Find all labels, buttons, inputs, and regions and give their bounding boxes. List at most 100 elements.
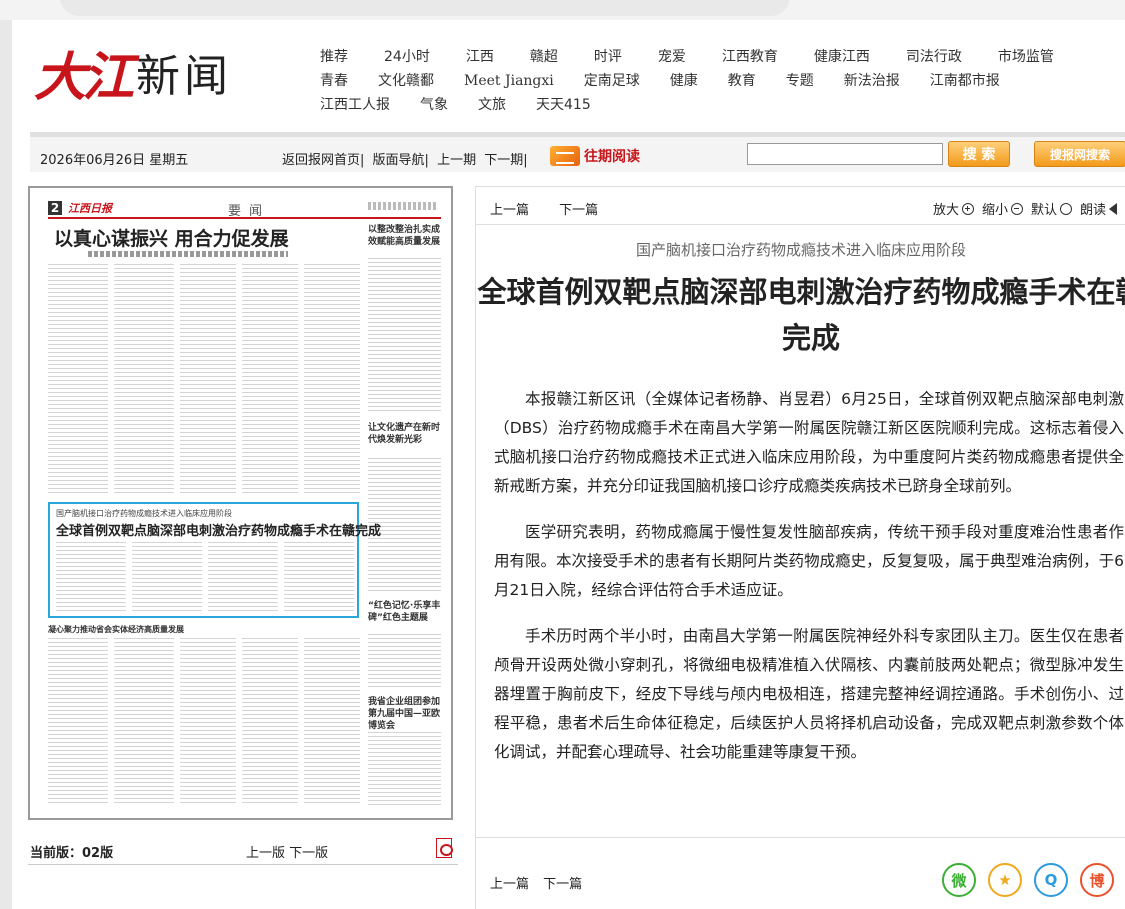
layout-nav-link[interactable]: 版面导航| xyxy=(373,153,429,168)
text-column xyxy=(368,258,441,414)
article-body: 本报赣江新区讯（全媒体记者杨静、肖昱君）6月25日，全球首例双靶点脑深部电刺激（… xyxy=(494,385,1124,784)
text-column xyxy=(48,638,108,806)
wechat-share-icon[interactable]: 微 xyxy=(942,863,976,897)
nav-row-2: 青春 文化赣鄱 Meet Jiangxi 定南足球 健康 教育 专题 新法治报 … xyxy=(320,69,1120,93)
text-column xyxy=(284,542,354,614)
home-link[interactable]: 返回报网首页| xyxy=(282,153,364,168)
text-column xyxy=(368,732,441,806)
current-date: 2026年06月26日 星期五 xyxy=(40,153,189,168)
nav-item[interactable]: 专题 xyxy=(786,69,814,93)
nav-item[interactable]: 宠爱 xyxy=(658,45,686,69)
nav-item[interactable]: 天天415 xyxy=(536,93,591,117)
site-search-button[interactable]: 搜报网搜索 xyxy=(1034,141,1125,167)
article-top-nav: 上一篇 下一篇 xyxy=(490,199,624,218)
prev-page-link[interactable]: 上一版 xyxy=(246,846,285,861)
nav-item[interactable]: 江西教育 xyxy=(722,45,778,69)
article-tools: 放大 缩小 默认 朗读 xyxy=(933,199,1125,218)
nav-item[interactable]: 教育 xyxy=(728,69,756,93)
page-rule xyxy=(48,217,441,219)
current-page-indicator: 当前版：02版 xyxy=(30,842,113,861)
search-input[interactable] xyxy=(747,143,943,165)
nav-item[interactable]: 时评 xyxy=(594,45,622,69)
nav-item[interactable]: 赣超 xyxy=(530,45,558,69)
article-panel: 上一篇 下一篇 放大 缩小 默认 朗读 国产脑机接口治疗药物成瘾技术进入临床应用… xyxy=(475,186,1125,909)
page-meta xyxy=(368,202,438,210)
favorite-star-icon[interactable]: ★ xyxy=(988,863,1022,897)
nav-item[interactable]: 江南都市报 xyxy=(930,69,1000,93)
logo-plain-text: 新闻 xyxy=(136,51,233,102)
highlight-kicker: 国产脑机接口治疗药物成瘾技术进入临床应用阶段 xyxy=(56,509,232,518)
highlighted-story-box[interactable]: 国产脑机接口治疗药物成瘾技术进入临床应用阶段 全球首例双靶点脑深部电刺激治疗药物… xyxy=(48,502,381,618)
zoom-out-button[interactable]: 缩小 xyxy=(982,199,1023,218)
nav-item[interactable]: 健康 xyxy=(670,69,698,93)
newspaper-page-view[interactable]: 2 江西日报 要闻 以真心谋振兴 用合力促发展 以整改整治扎实成效赋能高质量发展… xyxy=(28,186,453,820)
text-column xyxy=(242,638,298,806)
left-strip xyxy=(0,20,12,909)
nav-item[interactable]: Meet Jiangxi xyxy=(464,69,554,93)
nav-item[interactable]: 气象 xyxy=(420,93,448,117)
article-kicker: 国产脑机接口治疗药物成瘾技术进入临床应用阶段 xyxy=(635,241,966,259)
next-page-link[interactable]: 下一版 xyxy=(289,846,328,861)
pdf-download-icon[interactable] xyxy=(436,838,453,858)
footer-divider xyxy=(28,864,458,865)
side-story-title[interactable]: “红色记忆·乐享丰碑”红色主题展 xyxy=(368,600,441,624)
article-divider xyxy=(476,224,1125,225)
text-column xyxy=(114,264,174,496)
zoom-in-button[interactable]: 放大 xyxy=(933,199,974,218)
weibo-share-icon[interactable]: 博 xyxy=(1080,863,1114,897)
nav-row-3: 江西工人报 气象 文旅 天天415 xyxy=(320,93,1120,117)
site-logo[interactable]: 大江 新闻 xyxy=(34,42,233,108)
article-bottom-divider xyxy=(476,837,1125,838)
next-issue-link[interactable]: 下一期| xyxy=(484,153,527,168)
nav-item[interactable]: 江西工人报 xyxy=(320,93,390,117)
text-column xyxy=(180,638,236,806)
issue-links: 返回报网首页| 版面导航| 上一期 下一期| xyxy=(282,149,532,168)
nav-item[interactable]: 新法治报 xyxy=(844,69,900,93)
next-article-link[interactable]: 下一篇 xyxy=(559,203,598,218)
read-label: 朗读 xyxy=(1079,203,1106,218)
nav-item[interactable]: 青春 xyxy=(320,69,348,93)
zoom-out-label: 缩小 xyxy=(981,203,1008,218)
bottom-story-title[interactable]: 凝心聚力推动省会实体经济高质量发展 xyxy=(48,624,184,635)
nav-item[interactable]: 定南足球 xyxy=(584,69,640,93)
nav-item[interactable]: 24小时 xyxy=(384,45,430,69)
page-number: 2 xyxy=(48,201,62,215)
side-story-title[interactable]: 我省企业组团参加第九届中国—亚欧博览会 xyxy=(368,696,441,732)
prev-issue-link[interactable]: 上一期 xyxy=(437,153,476,168)
zoom-in-label: 放大 xyxy=(932,203,959,218)
article-bottom-nav: 上一篇 下一篇 xyxy=(490,873,592,892)
article-paragraph: 手术历时两个半小时，由南昌大学第一附属医院神经外科专家团队主刀。医生仅在患者颅骨… xyxy=(494,627,1124,761)
nav-row-1: 推荐 24小时 江西 赣超 时评 宠爱 江西教育 健康江西 司法行政 市场监管 xyxy=(320,45,1120,69)
search-button[interactable]: 搜 索 xyxy=(948,141,1010,167)
calendar-icon xyxy=(550,146,580,166)
page-prev-next: 上一版 下一版 xyxy=(246,842,328,861)
main-nav: 推荐 24小时 江西 赣超 时评 宠爱 江西教育 健康江西 司法行政 市场监管 … xyxy=(320,45,1120,117)
nav-item[interactable]: 推荐 xyxy=(320,45,348,69)
default-size-button[interactable]: 默认 xyxy=(1031,199,1072,218)
nav-item[interactable]: 江西 xyxy=(466,45,494,69)
current-page-label: 当前版： xyxy=(30,846,83,861)
read-aloud-button[interactable]: 朗读 xyxy=(1080,199,1117,218)
nav-item[interactable]: 文化赣鄱 xyxy=(378,69,434,93)
side-story-title[interactable]: 让文化遗产在新时代焕发新光彩 xyxy=(368,422,441,446)
text-column xyxy=(114,638,174,806)
default-label: 默认 xyxy=(1030,203,1057,218)
top-search-pill xyxy=(60,0,790,16)
archive-reading-link[interactable]: 往期阅读 xyxy=(550,145,640,167)
bottom-prev-article-link[interactable]: 上一篇 xyxy=(490,877,529,892)
nav-item[interactable]: 司法行政 xyxy=(906,45,962,69)
newspaper-page: 2 江西日报 要闻 以真心谋振兴 用合力促发展 以整改整治扎实成效赋能高质量发展… xyxy=(48,196,441,810)
prev-article-link[interactable]: 上一篇 xyxy=(490,203,529,218)
nav-item[interactable]: 文旅 xyxy=(478,93,506,117)
page-headline[interactable]: 以真心谋振兴 用合力促发展 xyxy=(54,224,289,251)
article-title: 全球首例双靶点脑深部电刺激治疗药物成瘾手术在赣完成 xyxy=(477,275,1125,355)
qq-share-icon[interactable]: Q xyxy=(1034,863,1068,897)
text-column xyxy=(304,264,360,496)
default-icon xyxy=(1059,202,1072,215)
side-story-title[interactable]: 以整改整治扎实成效赋能高质量发展 xyxy=(368,224,441,248)
date-toolbar: 2026年06月26日 星期五 返回报网首页| 版面导航| 上一期 下一期| 往… xyxy=(30,132,1125,172)
bottom-next-article-link[interactable]: 下一篇 xyxy=(543,877,582,892)
nav-item[interactable]: 市场监管 xyxy=(998,45,1054,69)
browser-top-bar xyxy=(0,0,1125,20)
nav-item[interactable]: 健康江西 xyxy=(814,45,870,69)
